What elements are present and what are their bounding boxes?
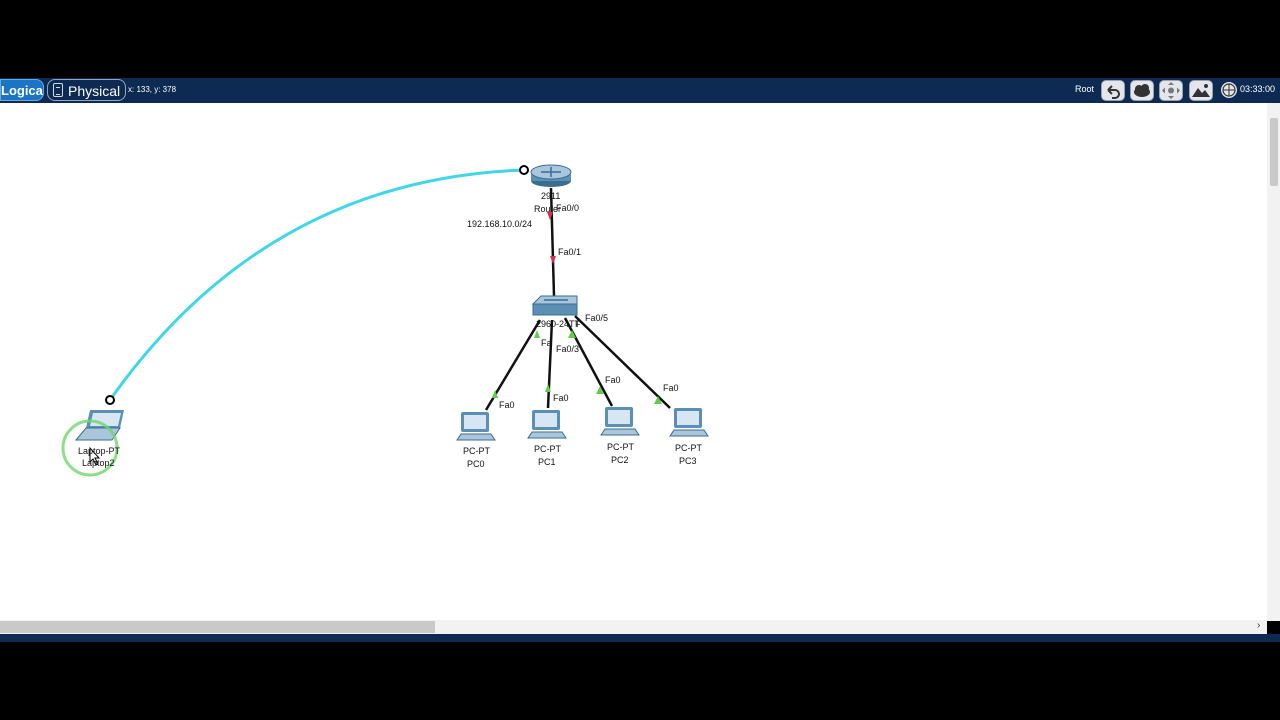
cyan-cable[interactable] <box>108 168 525 401</box>
router-port-fa00: Fa0/0 <box>556 203 579 213</box>
pc3-name-label: PC3 <box>679 456 697 466</box>
pc2-port-label: Fa0 <box>605 375 621 385</box>
pc-icon-pc2[interactable] <box>600 407 640 436</box>
cable-end-laptop <box>105 395 115 405</box>
switch-icon[interactable] <box>531 295 578 316</box>
pc-icon-pc1[interactable] <box>527 410 567 439</box>
vertical-scroll-thumb[interactable] <box>1270 118 1278 186</box>
laptop-model-label: Laptop-PT <box>78 446 121 456</box>
switch-port-fa03: Fa0/3 <box>556 344 579 354</box>
pc1-port-label: Fa0 <box>553 393 569 403</box>
pc0-port-label: Fa0 <box>499 400 515 410</box>
switch-port-f: F <box>575 319 581 329</box>
link-down-indicator-switch <box>550 256 556 264</box>
pc1-model-label: PC-PT <box>534 444 562 454</box>
network-topology: 2911 Router Fa0/0 192.168.10.0/24 Fa0/1 … <box>61 164 709 477</box>
laptop-icon[interactable] <box>74 410 124 441</box>
pc2-name-label: PC2 <box>611 455 629 465</box>
link-up-indicator-sw1 <box>534 330 540 338</box>
pc1-name-label: PC1 <box>538 457 556 467</box>
link-switch-pc1[interactable] <box>546 319 554 409</box>
scroll-right-arrow-icon[interactable]: › <box>1257 620 1260 631</box>
pc0-name-label: PC0 <box>467 459 485 469</box>
switch-model-label: 2960-24TT <box>536 319 581 329</box>
cable-end-router <box>519 165 529 175</box>
laptop-name-label: Laptop2 <box>82 458 115 468</box>
pc-icon-pc3[interactable] <box>669 408 709 437</box>
switch-port-fa: Fa <box>541 338 552 348</box>
switch-port-fa05: Fa0/5 <box>585 313 608 323</box>
pc3-port-label: Fa0 <box>663 383 679 393</box>
horizontal-scroll-thumb[interactable] <box>0 621 435 633</box>
router-icon[interactable] <box>530 164 572 187</box>
network-label: 192.168.10.0/24 <box>467 219 532 229</box>
bottom-toolbar <box>0 634 1280 642</box>
pc-icon-pc0[interactable] <box>456 412 496 441</box>
pc3-model-label: PC-PT <box>675 443 703 453</box>
switch-port-fa01: Fa0/1 <box>558 247 581 257</box>
pc2-model-label: PC-PT <box>607 442 635 452</box>
router-model-label: 2911 <box>541 191 560 201</box>
pc0-model-label: PC-PT <box>463 446 491 456</box>
